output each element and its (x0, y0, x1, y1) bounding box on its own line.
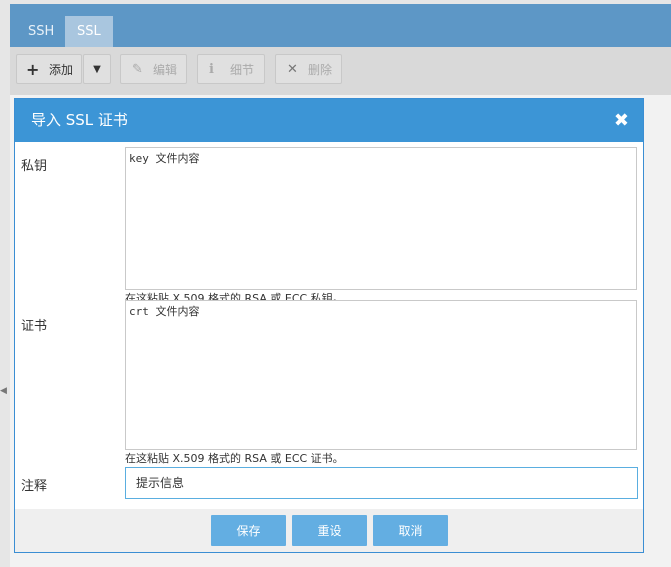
details-button[interactable]: i 细节 (197, 54, 265, 84)
dialog-header: 导入 SSL 证书 ✖ (15, 99, 643, 142)
delete-button-label: 删除 (308, 63, 333, 77)
add-button[interactable]: + 添加 (16, 54, 82, 84)
arrow-left-icon[interactable]: ◀ (0, 384, 8, 398)
tab-ssh[interactable]: SSH (16, 16, 66, 47)
certificate-textarea[interactable]: crt 文件内容 (125, 300, 637, 450)
certificate-hint: 在这粘贴 X.509 格式的 RSA 或 ECC 证书。 (125, 452, 344, 465)
save-button[interactable]: 保存 (211, 515, 286, 546)
plus-icon: + (26, 60, 40, 79)
private-key-textarea[interactable]: key 文件内容 (125, 147, 637, 290)
comment-input[interactable] (125, 467, 638, 499)
caret-down-icon: ▼ (93, 64, 101, 75)
close-icon[interactable]: ✖ (614, 99, 629, 142)
toolbar: + 添加 ▼ ✎ 编辑 i 细节 ✕ 删除 (10, 47, 671, 95)
dialog-footer: 保存 重设 取消 (15, 509, 643, 552)
x-icon: ✕ (287, 62, 298, 77)
reset-button[interactable]: 重设 (292, 515, 367, 546)
delete-button[interactable]: ✕ 删除 (275, 54, 342, 84)
info-icon: i (209, 62, 214, 77)
add-dropdown-button[interactable]: ▼ (83, 54, 111, 84)
pencil-icon: ✎ (132, 62, 143, 77)
details-button-label: 细节 (230, 63, 255, 77)
certificate-label: 证书 (21, 319, 48, 334)
dialog-title: 导入 SSL 证书 (31, 111, 128, 129)
import-ssl-dialog: 导入 SSL 证书 ✖ 私钥 key 文件内容 在这粘贴 X.509 格式的 R… (14, 98, 644, 553)
add-button-label: 添加 (49, 63, 74, 77)
comment-label: 注释 (21, 479, 48, 494)
cancel-button[interactable]: 取消 (373, 515, 448, 546)
edit-button-label: 编辑 (153, 63, 178, 77)
tab-ssl[interactable]: SSL (65, 16, 113, 47)
edit-button[interactable]: ✎ 编辑 (120, 54, 187, 84)
tab-bar: SSH SSL (10, 4, 671, 47)
private-key-label: 私钥 (21, 159, 48, 174)
